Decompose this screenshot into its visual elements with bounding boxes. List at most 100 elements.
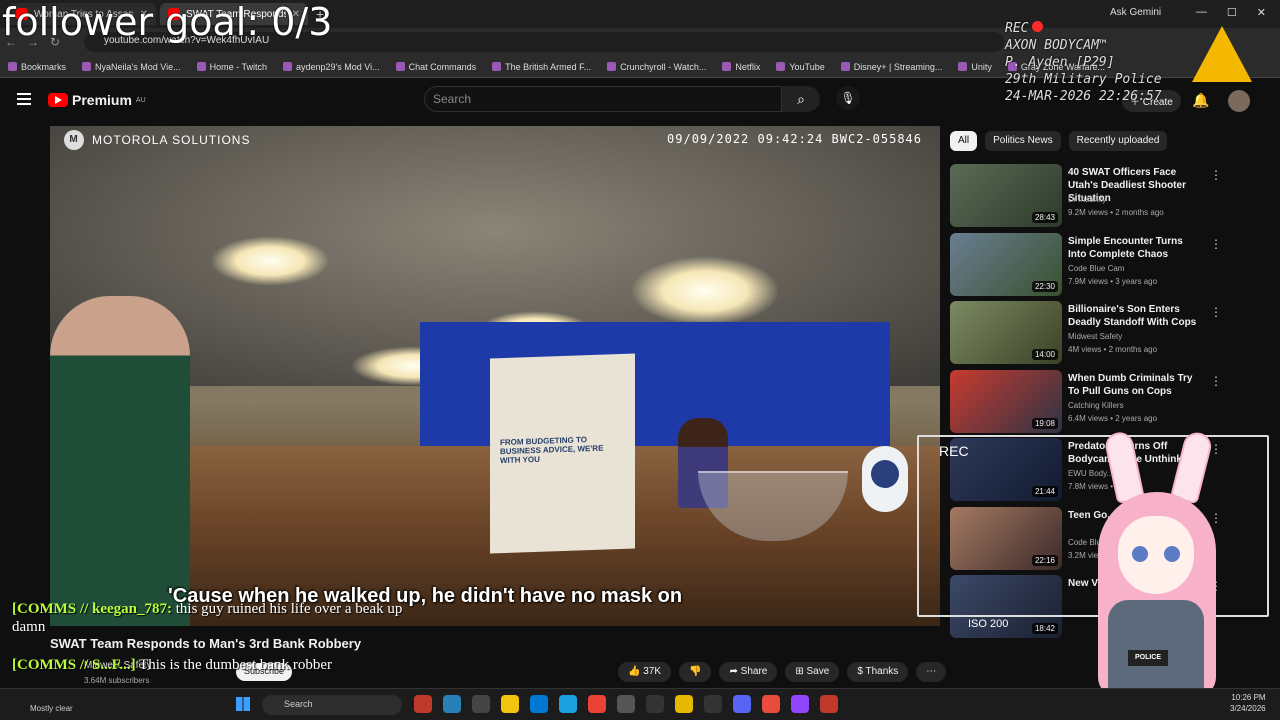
unit-name: 29th Military Police [1005, 72, 1162, 87]
app-icon[interactable] [617, 695, 635, 713]
video-player[interactable]: FROM BUDGETING TO BUSINESS ADVICE, WE'RE… [50, 126, 940, 626]
camera-timestamp: 09/09/2022 09:42:24 BWC2-055846 [667, 132, 922, 146]
more-options-icon[interactable]: ⋯ [916, 662, 947, 682]
desk-fan [862, 446, 908, 512]
close-window-icon[interactable]: ✕ [1257, 6, 1266, 19]
app-icon[interactable] [646, 695, 664, 713]
twitch-icon[interactable] [791, 695, 809, 713]
kebab-menu-icon[interactable]: ⋮ [1210, 168, 1222, 182]
chat-message: [COMMS // S...F...] This is the dumbest … [12, 657, 332, 673]
bell-icon[interactable]: 🔔 [1192, 92, 1209, 109]
vtuber-avatar: POLICE [1080, 429, 1230, 697]
minimize-icon[interactable]: — [1196, 6, 1207, 19]
officer-id: P. Ayden [P29] [1005, 55, 1115, 70]
search-icon[interactable]: ⌕ [782, 86, 820, 112]
twitch-icon [196, 62, 206, 71]
bodycam-overlay: REC AXON BODYCAM™ P. Ayden [P29] 29th Mi… [1005, 20, 1185, 105]
chip-all[interactable]: All [950, 131, 978, 151]
motorola-logo-icon: M [64, 130, 84, 150]
recommendation-filter-chips: All Politics News Recently uploaded [950, 131, 1168, 151]
like-button[interactable]: 👍 37K [618, 662, 672, 682]
vtuber-eye [1132, 546, 1148, 562]
bookmark-item[interactable]: Disney+ | Streaming... [840, 62, 942, 72]
search-input[interactable]: Search [424, 86, 782, 112]
recommendation-item[interactable]: 22:30 Simple Encounter Turns Into Complet… [950, 232, 1230, 301]
windows-start-icon[interactable] [236, 697, 250, 711]
thanks-button[interactable]: $ Thanks [847, 662, 909, 682]
stream-chat-overlay: [COMMS // keegan_787: this guy ruined hi… [12, 600, 432, 674]
bookmark-item[interactable]: NyaNeila's Mod Vie... [82, 62, 181, 72]
video-thumbnail[interactable]: 19:08 [950, 369, 1062, 433]
share-button[interactable]: ➦ Share [719, 662, 778, 682]
bookmark-item[interactable]: The British Armed F... [492, 62, 591, 72]
vtuber-face [1118, 516, 1194, 594]
record-dot-icon [1032, 21, 1044, 32]
app-icon[interactable] [820, 695, 838, 713]
kebab-menu-icon[interactable]: ⋮ [1210, 374, 1222, 388]
rec-indicator: REC [1005, 20, 1185, 37]
app-icon[interactable] [675, 695, 693, 713]
unity-icon [958, 62, 968, 71]
dislike-icon[interactable]: 👎 [679, 662, 712, 682]
axon-logo-icon [1192, 26, 1252, 82]
officer-figure [50, 296, 190, 626]
youtube-logo[interactable]: Premium AU [48, 92, 146, 108]
bodycam-brand: AXON BODYCAM™ [1005, 38, 1107, 53]
subscriber-count: 3.64M subscribers [84, 676, 150, 685]
bunny-ear [1169, 429, 1215, 505]
app-icon[interactable] [472, 695, 490, 713]
chrome-icon[interactable] [588, 695, 606, 713]
twitch-icon [282, 62, 292, 71]
bookmark-item[interactable]: aydenp29's Mod Vi... [282, 62, 380, 72]
discord-icon[interactable] [733, 695, 751, 713]
chip-politics-news[interactable]: Politics News [985, 131, 1061, 151]
disney-icon [840, 62, 850, 71]
microphone-icon[interactable]: 🎙 [836, 86, 860, 110]
twitch-icon [82, 62, 92, 71]
taskbar-apps [414, 695, 838, 713]
chat-message: [COMMS // keegan_787: this guy ruined hi… [12, 601, 403, 635]
bunny-ear [1103, 429, 1145, 505]
page-icon [492, 62, 502, 71]
folder-icon[interactable] [501, 695, 519, 713]
bookmark-item[interactable]: Bookmarks [8, 62, 66, 72]
kebab-menu-icon[interactable]: ⋮ [1210, 305, 1222, 319]
ceiling-light [210, 236, 330, 286]
taskbar-clock[interactable]: 10:26 PM 3/24/2026 [1230, 692, 1266, 714]
recommendation-item[interactable]: 28:43 40 SWAT Officers Face Utah's Deadli… [950, 164, 1230, 232]
bookmark-item[interactable]: Unity [958, 62, 992, 72]
weather-widget[interactable]: Mostly clear [30, 704, 73, 713]
vtuber-eye [1164, 546, 1180, 562]
app-icon[interactable] [762, 695, 780, 713]
star-icon [8, 62, 17, 71]
bookmark-item[interactable]: YouTube [776, 62, 825, 72]
video-thumbnail[interactable]: 14:00 [950, 301, 1062, 364]
taskbar-search[interactable]: Search [262, 695, 402, 715]
bookmark-item[interactable]: Netflix [722, 62, 760, 72]
bookmark-item[interactable]: Crunchyroll - Watch... [607, 62, 706, 72]
app-icon[interactable] [414, 695, 432, 713]
app-icon[interactable] [443, 695, 461, 713]
kebab-menu-icon[interactable]: ⋮ [1210, 237, 1222, 251]
save-button[interactable]: ⊞ Save [785, 662, 840, 682]
chip-recently-uploaded[interactable]: Recently uploaded [1068, 131, 1168, 151]
app-icon[interactable] [704, 695, 722, 713]
video-thumbnail[interactable]: 28:43 [950, 164, 1062, 227]
youtube-icon [776, 62, 786, 71]
recommendation-item[interactable]: 19:08 When Dumb Criminals Try To Pull Gun… [950, 369, 1230, 438]
video-actions: 👍 37K 👎 ➦ Share ⊞ Save $ Thanks ⋯ [618, 662, 947, 682]
ask-gemini-button[interactable]: Ask Gemini [1110, 7, 1161, 18]
bookmark-item[interactable]: Home - Twitch [196, 62, 267, 72]
maximize-icon[interactable]: ☐ [1227, 6, 1237, 19]
hamburger-menu-icon[interactable] [17, 93, 31, 105]
edge-icon[interactable] [559, 695, 577, 713]
police-badge: POLICE [1128, 650, 1168, 666]
recommendation-item[interactable]: 14:00 Billionaire's Son Enters Deadly Sta… [950, 301, 1230, 369]
ceiling-light [630, 256, 780, 326]
avatar[interactable] [1228, 90, 1250, 112]
outlook-icon[interactable] [530, 695, 548, 713]
overlay-timestamp: 24-MAR-2026 22:26:57 [1005, 89, 1162, 104]
bookmark-item[interactable]: Chat Commands [395, 62, 476, 72]
follower-goal-overlay: follower goal: 0/3 [2, 0, 333, 44]
video-thumbnail[interactable]: 22:30 [950, 232, 1062, 296]
